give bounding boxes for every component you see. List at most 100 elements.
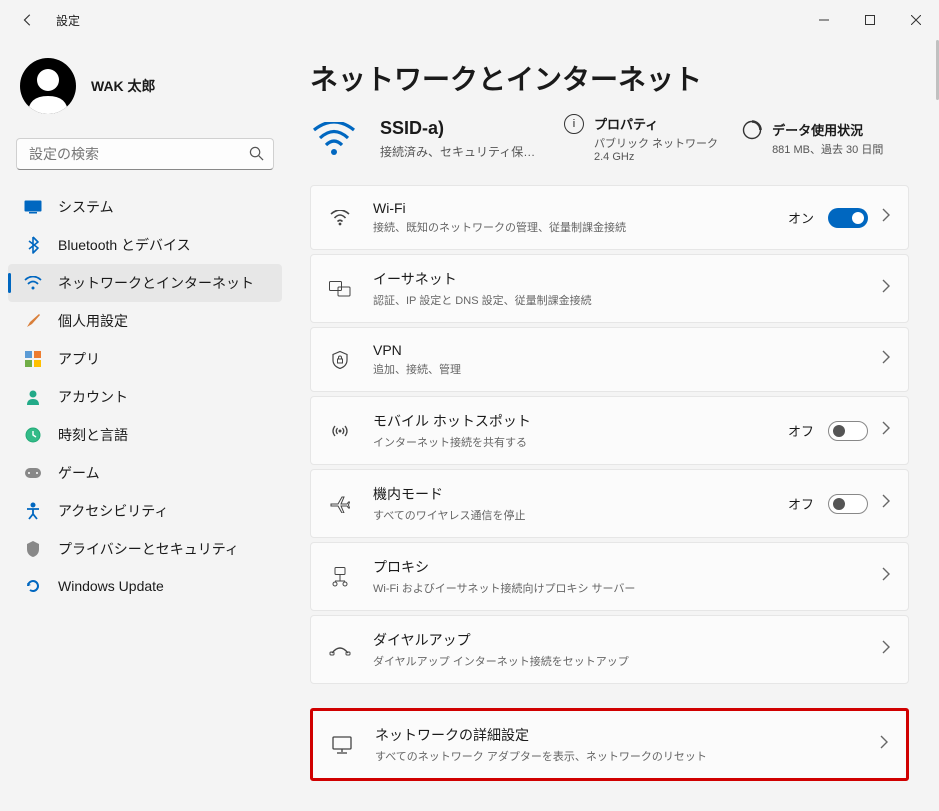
advanced-network-card[interactable]: ネットワークの詳細設定 すべてのネットワーク アダプターを表示、ネットワークのリ… bbox=[313, 711, 906, 778]
airplane-toggle[interactable] bbox=[828, 494, 868, 514]
sidebar: WAK 太郎 システム Bluetooth とデバイス ネットワークとインターネ… bbox=[0, 40, 290, 811]
info-icon: i bbox=[564, 114, 584, 134]
ethernet-icon bbox=[329, 281, 351, 297]
airplane-card[interactable]: 機内モード すべてのワイヤレス通信を停止 オフ bbox=[310, 469, 909, 538]
card-title: プロキシ bbox=[373, 557, 882, 577]
nav-label: Bluetooth とデバイス bbox=[58, 235, 191, 255]
chevron-right-icon bbox=[882, 208, 890, 227]
clock-icon bbox=[24, 426, 42, 444]
chevron-right-icon bbox=[882, 640, 890, 659]
nav-accessibility[interactable]: アクセシビリティ bbox=[8, 492, 282, 530]
chevron-right-icon bbox=[882, 421, 890, 440]
shield-lock-icon bbox=[329, 351, 351, 369]
maximize-button[interactable] bbox=[847, 0, 893, 40]
proxy-card[interactable]: プロキシ Wi-Fi およびイーサネット接続向けプロキシ サーバー bbox=[310, 542, 909, 611]
minimize-button[interactable] bbox=[801, 0, 847, 40]
airplane-state-label: オフ bbox=[788, 494, 814, 513]
nav-label: アクセシビリティ bbox=[58, 501, 168, 521]
ssid-status: 接続済み、セキュリティ保護あり bbox=[380, 143, 540, 160]
ethernet-card[interactable]: イーサネット 認証、IP 設定と DNS 設定、従量制課金接続 bbox=[310, 254, 909, 323]
chevron-right-icon bbox=[880, 735, 888, 754]
nav-apps[interactable]: アプリ bbox=[8, 340, 282, 378]
nav-privacy[interactable]: プライバシーとセキュリティ bbox=[8, 530, 282, 568]
nav-label: プライバシーとセキュリティ bbox=[58, 539, 239, 559]
data-usage-icon bbox=[742, 120, 762, 140]
wifi-icon bbox=[329, 210, 351, 226]
person-icon bbox=[24, 388, 42, 406]
display-icon bbox=[24, 198, 42, 216]
card-sub: インターネット接続を共有する bbox=[373, 434, 788, 450]
data-usage-tile[interactable]: データ使用状況 881 MB、過去 30 日間 bbox=[742, 120, 883, 157]
nav-label: システム bbox=[58, 197, 114, 217]
close-button[interactable] bbox=[893, 0, 939, 40]
wifi-card[interactable]: Wi-Fi 接続、既知のネットワークの管理、従量制課金接続 オン bbox=[310, 185, 909, 250]
nav-accounts[interactable]: アカウント bbox=[8, 378, 282, 416]
nav-label: 時刻と言語 bbox=[58, 425, 128, 445]
nav-label: Windows Update bbox=[58, 578, 164, 594]
nav-network[interactable]: ネットワークとインターネット bbox=[8, 264, 282, 302]
chevron-right-icon bbox=[882, 567, 890, 586]
main-content: ネットワークとインターネット SSID-a) 接続済み、セキュリティ保護あり i… bbox=[290, 40, 939, 811]
card-sub: すべてのワイヤレス通信を停止 bbox=[373, 507, 788, 523]
airplane-icon bbox=[329, 495, 351, 513]
chevron-right-icon bbox=[882, 279, 890, 298]
wifi-icon bbox=[24, 274, 42, 292]
dialup-card[interactable]: ダイヤルアップ ダイヤルアップ インターネット接続をセットアップ bbox=[310, 615, 909, 684]
nav-label: ネットワークとインターネット bbox=[58, 273, 254, 293]
card-sub: すべてのネットワーク アダプターを表示、ネットワークのリセット bbox=[375, 748, 880, 764]
dialup-icon bbox=[329, 643, 351, 657]
card-title: ダイヤルアップ bbox=[373, 630, 882, 650]
ssid-name: SSID-a) bbox=[380, 118, 540, 139]
username: WAK 太郎 bbox=[91, 76, 156, 96]
nav-label: アプリ bbox=[58, 349, 100, 369]
proxy-icon bbox=[329, 567, 351, 587]
card-sub: 追加、接続、管理 bbox=[373, 361, 882, 377]
hotspot-toggle[interactable] bbox=[828, 421, 868, 441]
update-icon bbox=[24, 577, 42, 595]
card-sub: 接続、既知のネットワークの管理、従量制課金接続 bbox=[373, 219, 788, 235]
profile-block[interactable]: WAK 太郎 bbox=[8, 40, 282, 138]
search-icon bbox=[249, 146, 264, 166]
gamepad-icon bbox=[24, 464, 42, 482]
nav-label: アカウント bbox=[58, 387, 128, 407]
wifi-toggle[interactable] bbox=[828, 208, 868, 228]
properties-sub: パブリック ネットワーク 2.4 GHz bbox=[594, 135, 718, 163]
nav-list: システム Bluetooth とデバイス ネットワークとインターネット 個人用設… bbox=[8, 188, 282, 604]
card-sub: Wi-Fi およびイーサネット接続向けプロキシ サーバー bbox=[373, 580, 882, 596]
nav-time[interactable]: 時刻と言語 bbox=[8, 416, 282, 454]
nav-personalization[interactable]: 個人用設定 bbox=[8, 302, 282, 340]
page-title: ネットワークとインターネット bbox=[310, 58, 909, 98]
vpn-card[interactable]: VPN 追加、接続、管理 bbox=[310, 327, 909, 392]
card-title: VPN bbox=[373, 342, 882, 358]
nav-bluetooth[interactable]: Bluetooth とデバイス bbox=[8, 226, 282, 264]
apps-icon bbox=[24, 350, 42, 368]
network-status-row: SSID-a) 接続済み、セキュリティ保護あり i プロパティ パブリック ネッ… bbox=[310, 114, 909, 163]
nav-gaming[interactable]: ゲーム bbox=[8, 454, 282, 492]
properties-title: プロパティ bbox=[594, 114, 718, 133]
data-usage-sub: 881 MB、過去 30 日間 bbox=[772, 141, 883, 157]
chevron-right-icon bbox=[882, 494, 890, 513]
search-input[interactable] bbox=[16, 138, 274, 170]
back-button[interactable] bbox=[18, 10, 38, 30]
brush-icon bbox=[24, 312, 42, 330]
titlebar: 設定 bbox=[0, 0, 939, 40]
card-title: モバイル ホットスポット bbox=[373, 411, 788, 431]
card-sub: 認証、IP 設定と DNS 設定、従量制課金接続 bbox=[373, 292, 882, 308]
hotspot-state-label: オフ bbox=[788, 421, 814, 440]
shield-icon bbox=[24, 540, 42, 558]
card-title: ネットワークの詳細設定 bbox=[375, 725, 880, 745]
nav-system[interactable]: システム bbox=[8, 188, 282, 226]
accessibility-icon bbox=[24, 502, 42, 520]
properties-tile[interactable]: i プロパティ パブリック ネットワーク 2.4 GHz bbox=[564, 114, 718, 163]
card-title: Wi-Fi bbox=[373, 200, 788, 216]
card-sub: ダイヤルアップ インターネット接続をセットアップ bbox=[373, 653, 882, 669]
wifi-state-label: オン bbox=[788, 208, 814, 227]
data-usage-title: データ使用状況 bbox=[772, 120, 883, 139]
nav-label: ゲーム bbox=[58, 463, 100, 483]
hotspot-card[interactable]: モバイル ホットスポット インターネット接続を共有する オフ bbox=[310, 396, 909, 465]
highlighted-item: ネットワークの詳細設定 すべてのネットワーク アダプターを表示、ネットワークのリ… bbox=[310, 708, 909, 781]
chevron-right-icon bbox=[882, 350, 890, 369]
nav-update[interactable]: Windows Update bbox=[8, 568, 282, 604]
avatar bbox=[20, 58, 76, 114]
wifi-status-icon bbox=[310, 115, 358, 163]
